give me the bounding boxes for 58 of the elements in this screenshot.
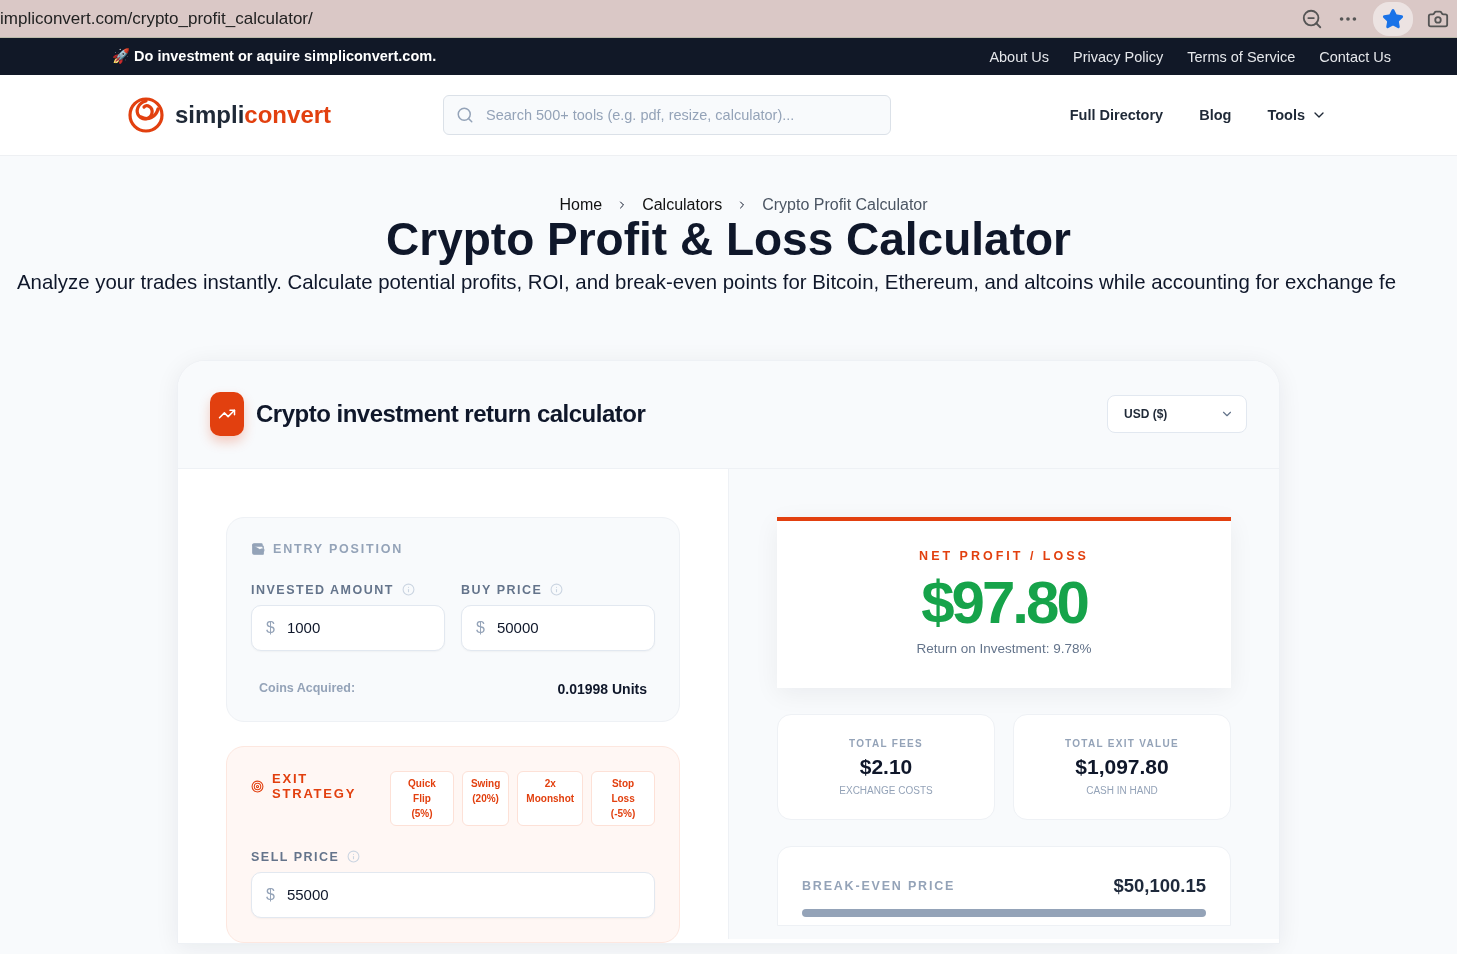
amount-field[interactable]: $ 50000 <box>461 604 655 651</box>
coins-label: Coins Acquired: <box>259 680 356 697</box>
currency-select[interactable]: USD ($) <box>1107 395 1247 434</box>
url-text[interactable]: impliconvert.com/crypto_profit_calculator/ <box>0 8 1301 29</box>
top-link[interactable]: Privacy Policy <box>1073 48 1164 65</box>
calculator-title: Crypto investment return calculator <box>256 400 646 429</box>
logo-text[interactable]: simpliconvert <box>175 101 332 129</box>
roi-text: Return on Investment: 9.78% <box>916 640 1092 656</box>
top-link[interactable]: Contact Us <box>1319 48 1391 65</box>
field-label: BUY PRICE <box>461 582 543 597</box>
star-icon <box>1382 7 1404 30</box>
page-title: Crypto Profit & Loss Calculator <box>386 214 1071 265</box>
dollar-prefix: $ <box>266 885 275 904</box>
dollar-prefix: $ <box>476 618 485 637</box>
section-heading: ENTRY POSITION <box>273 541 404 557</box>
top-link[interactable]: About Us <box>989 48 1050 65</box>
field-label: SELL PRICE <box>251 849 340 864</box>
section-heading: EXIT STRATEGY <box>272 770 358 802</box>
profit-value: $97.80 <box>921 572 1087 633</box>
nav-link[interactable]: Full Directory <box>1069 107 1164 123</box>
stat-note: EXCHANGE COSTS <box>839 784 933 796</box>
search-icon <box>456 106 475 124</box>
breadcrumb-link[interactable]: Crypto Profit Calculator <box>762 196 928 214</box>
stat-note: CASH IN HAND <box>1086 784 1158 796</box>
announcement-text: 🚀 Do investment or aquire simpliconvert.com. <box>112 48 438 65</box>
search-field[interactable]: Search 500+ tools (e.g. pdf, resize, calculator)... <box>443 95 892 135</box>
number-input[interactable]: 55000 <box>284 885 640 905</box>
wallet-icon <box>251 542 265 557</box>
number-input[interactable]: 1000 <box>284 618 430 638</box>
search-input[interactable]: Search 500+ tools (e.g. pdf, resize, calculator)... <box>484 106 879 124</box>
stat-label: TOTAL EXIT VALUE <box>1065 737 1179 749</box>
breakeven-label: BREAK-EVEN PRICE <box>802 878 956 893</box>
result-label: NET PROFIT / LOSS <box>919 548 1089 563</box>
target-icon <box>251 779 264 793</box>
spiral-logo-icon <box>127 96 165 134</box>
preset-button[interactable]: Quick Flip (5%) <box>390 770 454 826</box>
coins-value: 0.01998 Units <box>557 680 647 697</box>
amount-field[interactable]: $ 1000 <box>251 604 445 651</box>
zoom-out-icon[interactable] <box>1301 7 1323 30</box>
number-input[interactable]: 50000 <box>494 618 640 638</box>
preset-button[interactable]: 2x Moonshot <box>517 770 584 826</box>
breadcrumb-link[interactable]: Home <box>559 196 603 214</box>
preset-button[interactable]: Swing (20%) <box>461 770 510 826</box>
preset-button[interactable]: Stop Loss (-5%) <box>591 770 655 826</box>
stat-value: $1,097.80 <box>1075 754 1169 779</box>
stat-value: $2.10 <box>859 754 913 779</box>
bookmark-star-button[interactable] <box>1373 1 1413 36</box>
field-label: INVESTED AMOUNT <box>251 582 394 597</box>
top-link[interactable]: Terms of Service <box>1187 48 1296 65</box>
stat-label: TOTAL FEES <box>848 737 924 749</box>
page-subtitle: Analyze your trades instantly. Calculate potential profits, ROI, and break-even points for Bitcoin, Ethereum, and altcoins while accounting for exchange fe <box>16 270 1396 294</box>
breadcrumb-link[interactable]: Calculators <box>642 196 723 214</box>
nav-link[interactable]: Blog <box>1199 107 1232 123</box>
dollar-prefix: $ <box>266 618 275 637</box>
breakeven-value: $50,100.15 <box>1113 874 1206 897</box>
nav-link[interactable]: Tools <box>1267 107 1327 123</box>
sell-price-field[interactable]: $ 55000 <box>251 871 655 918</box>
chart-badge-icon <box>210 392 244 437</box>
